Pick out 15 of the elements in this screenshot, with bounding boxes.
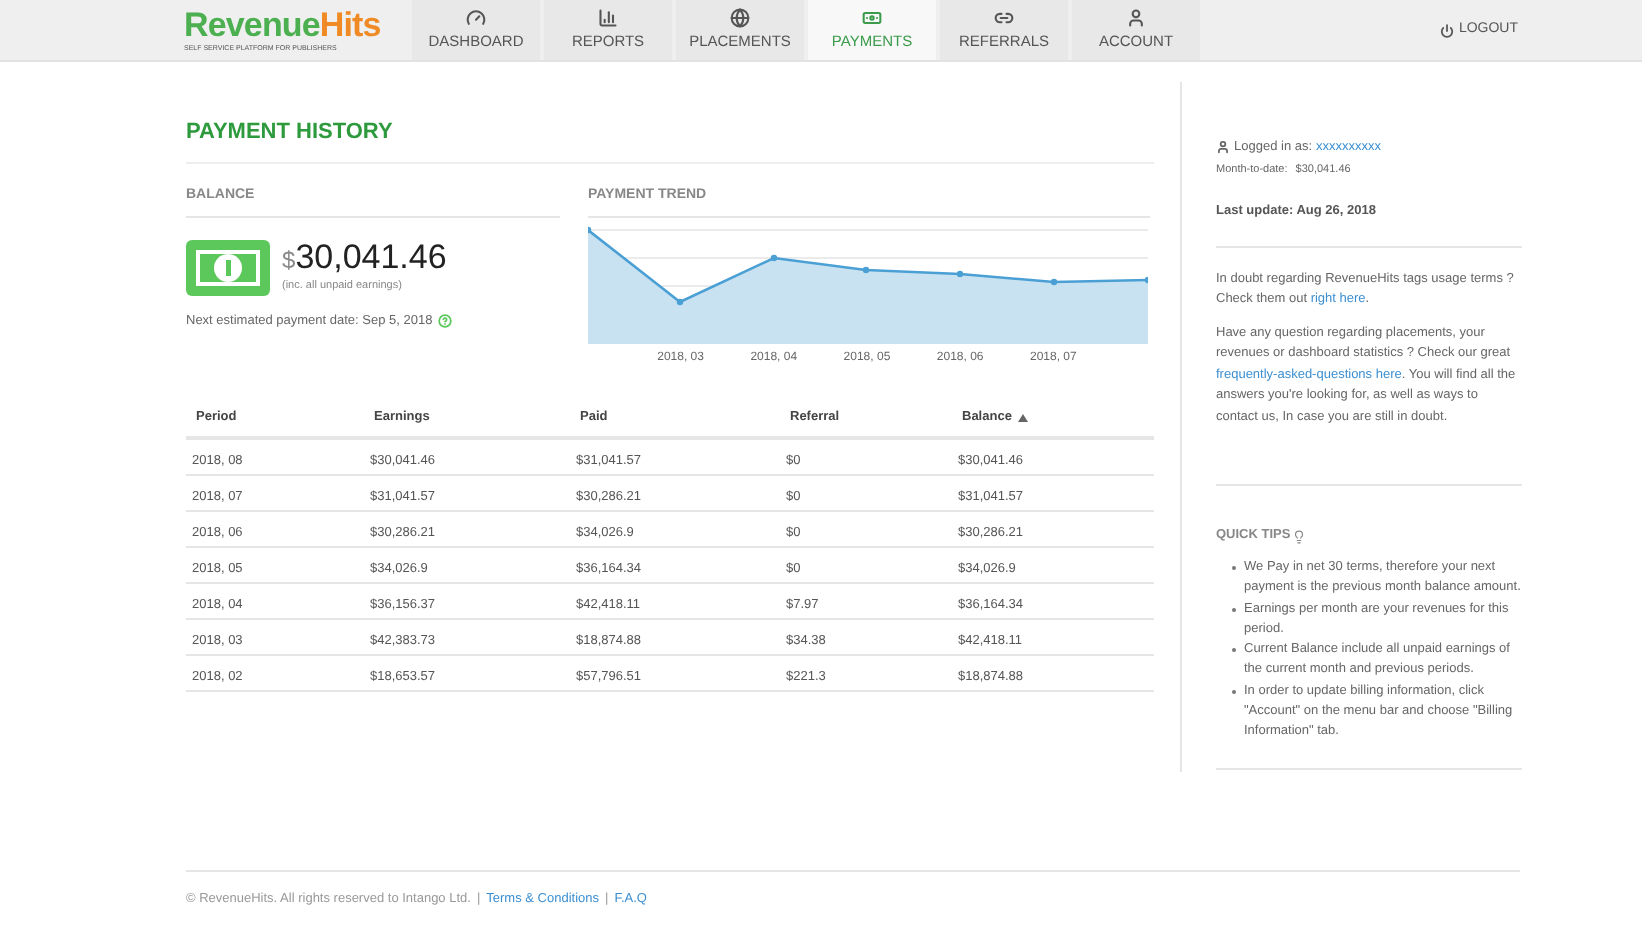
power-icon (1440, 23, 1455, 37)
globe-icon (730, 7, 750, 28)
user-icon (1216, 140, 1230, 155)
bar-chart-icon (598, 7, 618, 28)
help-icon[interactable] (438, 313, 453, 328)
balance-amount: 30,041.46 (295, 239, 447, 274)
user-icon (1126, 7, 1146, 28)
banknote-icon (862, 7, 882, 28)
gauge-icon (466, 7, 486, 28)
page-title: PAYMENT HISTORY (186, 122, 395, 144)
lightbulb-icon (1292, 529, 1307, 544)
currency-symbol: $ (282, 243, 296, 278)
sort-icon (1017, 414, 1028, 422)
link-icon (994, 7, 1014, 28)
money-bill-icon (186, 239, 270, 295)
